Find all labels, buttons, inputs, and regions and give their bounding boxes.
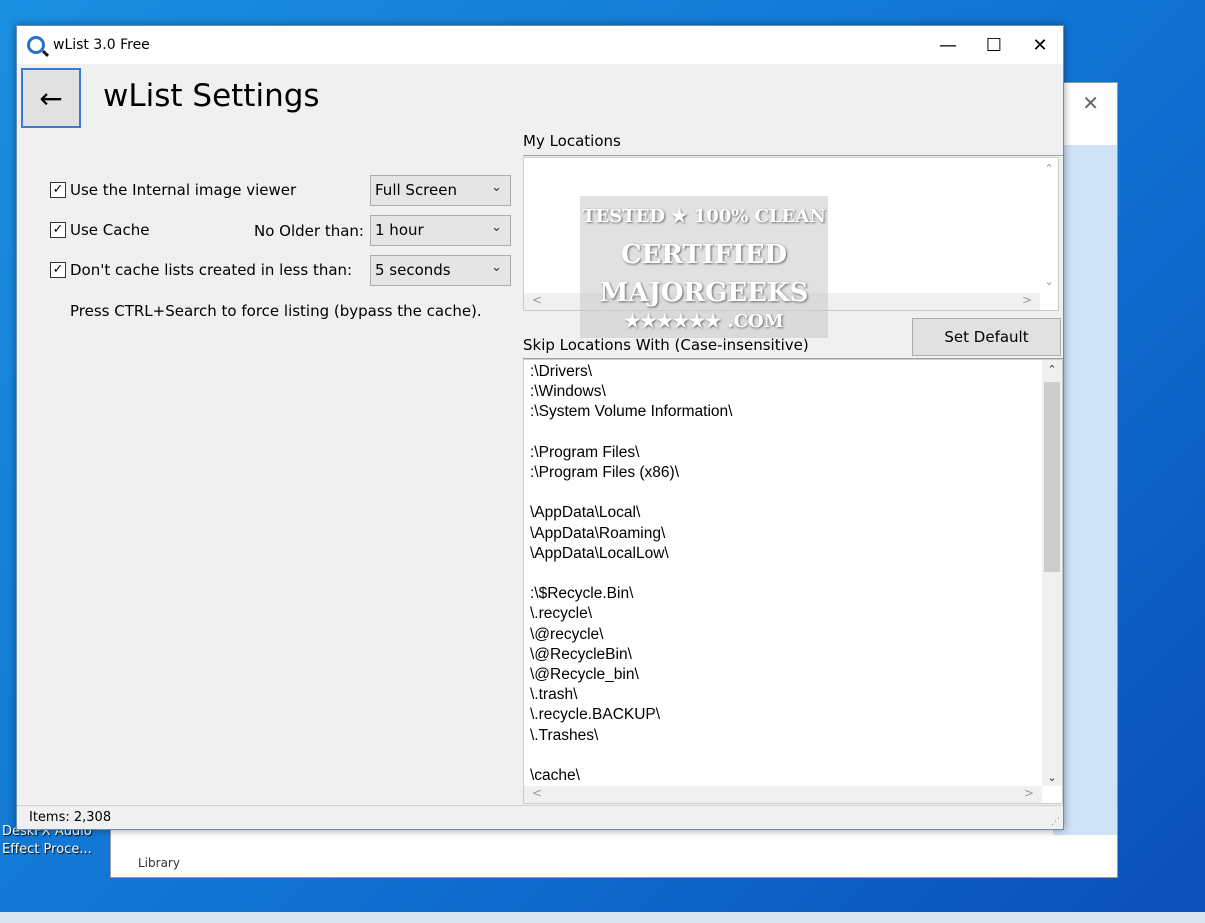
viewer-mode-select[interactable]: Full Screen ⌄ xyxy=(370,175,511,206)
divider xyxy=(523,155,1063,156)
horizontal-scrollbar[interactable]: < > xyxy=(524,786,1042,803)
maximize-button[interactable]: ☐ xyxy=(971,26,1017,64)
scrollbar-thumb[interactable] xyxy=(1044,382,1060,572)
chevron-down-icon: ⌄ xyxy=(491,220,502,235)
close-icon[interactable]: ✕ xyxy=(1082,91,1099,115)
select-value: 1 hour xyxy=(375,221,424,239)
window-title: wList 3.0 Free xyxy=(53,37,150,53)
checkmark-icon[interactable]: ✓ xyxy=(50,182,66,198)
vertical-scrollbar[interactable]: ⌃ ⌄ xyxy=(1042,360,1062,786)
cache-age-select[interactable]: 1 hour ⌄ xyxy=(370,215,511,246)
select-value: 5 seconds xyxy=(375,261,451,279)
checkbox-label: Use the Internal image viewer xyxy=(70,181,297,199)
taskbar xyxy=(0,912,1205,923)
close-button[interactable]: ✕ xyxy=(1017,26,1063,64)
vertical-scrollbar[interactable]: ⌃ ⌄ xyxy=(1040,158,1058,310)
back-button[interactable]: ← xyxy=(21,68,81,128)
majorgeeks-watermark-logo: TESTED ★ 100% CLEAN CERTIFIED MAJORGEEKS ★★… xyxy=(580,196,828,338)
watermark-text: TESTED ★ 100% CLEAN xyxy=(582,206,826,227)
library-label: Library xyxy=(138,856,180,870)
skip-locations-text[interactable]: :\Drivers\ :\Windows\ :\System Volume In… xyxy=(530,362,732,786)
chevron-down-icon: ⌄ xyxy=(491,260,502,275)
page-title: wList Settings xyxy=(103,78,320,114)
watermark-text: MAJORGEEKS xyxy=(599,278,809,308)
app-search-icon xyxy=(27,36,45,54)
settings-window: wList 3.0 Free — ☐ ✕ ← wList Settings ✓ U… xyxy=(16,25,1064,830)
checkmark-icon[interactable]: ✓ xyxy=(50,222,66,238)
image-viewer-checkbox[interactable]: ✓ Use the Internal image viewer xyxy=(50,181,296,199)
use-cache-checkbox[interactable]: ✓ Use Cache xyxy=(50,221,149,239)
minimize-button[interactable]: — xyxy=(925,26,971,64)
status-bar: Items: 2,308 ⋰ xyxy=(17,805,1063,829)
checkbox-label: Don't cache lists created in less than: xyxy=(70,261,353,279)
no-older-label: No Older than: xyxy=(254,222,364,240)
checkbox-label: Use Cache xyxy=(70,221,150,239)
items-count: Items: 2,308 xyxy=(29,810,112,825)
watermark-text: CERTIFIED xyxy=(620,240,788,270)
resize-grip-icon[interactable]: ⋰ xyxy=(1051,817,1060,827)
watermark-text: ★★★★★★ .COM xyxy=(624,311,784,332)
checkmark-icon[interactable]: ✓ xyxy=(50,262,66,278)
chevron-down-icon: ⌄ xyxy=(491,180,502,195)
skip-locations-textarea[interactable]: :\Drivers\ :\Windows\ :\System Volume In… xyxy=(523,359,1063,804)
dont-cache-checkbox[interactable]: ✓ Don't cache lists created in less than: xyxy=(50,261,352,279)
select-value: Full Screen xyxy=(375,181,457,199)
title-bar: wList 3.0 Free — ☐ ✕ xyxy=(17,26,1063,64)
set-default-button[interactable]: Set Default xyxy=(912,318,1061,356)
min-time-select[interactable]: 5 seconds ⌄ xyxy=(370,255,511,286)
skip-locations-label: Skip Locations With (Case-insensitive) xyxy=(523,336,809,354)
my-locations-label: My Locations xyxy=(523,132,621,150)
cache-hint: Press CTRL+Search to force listing (bypa… xyxy=(70,302,482,320)
